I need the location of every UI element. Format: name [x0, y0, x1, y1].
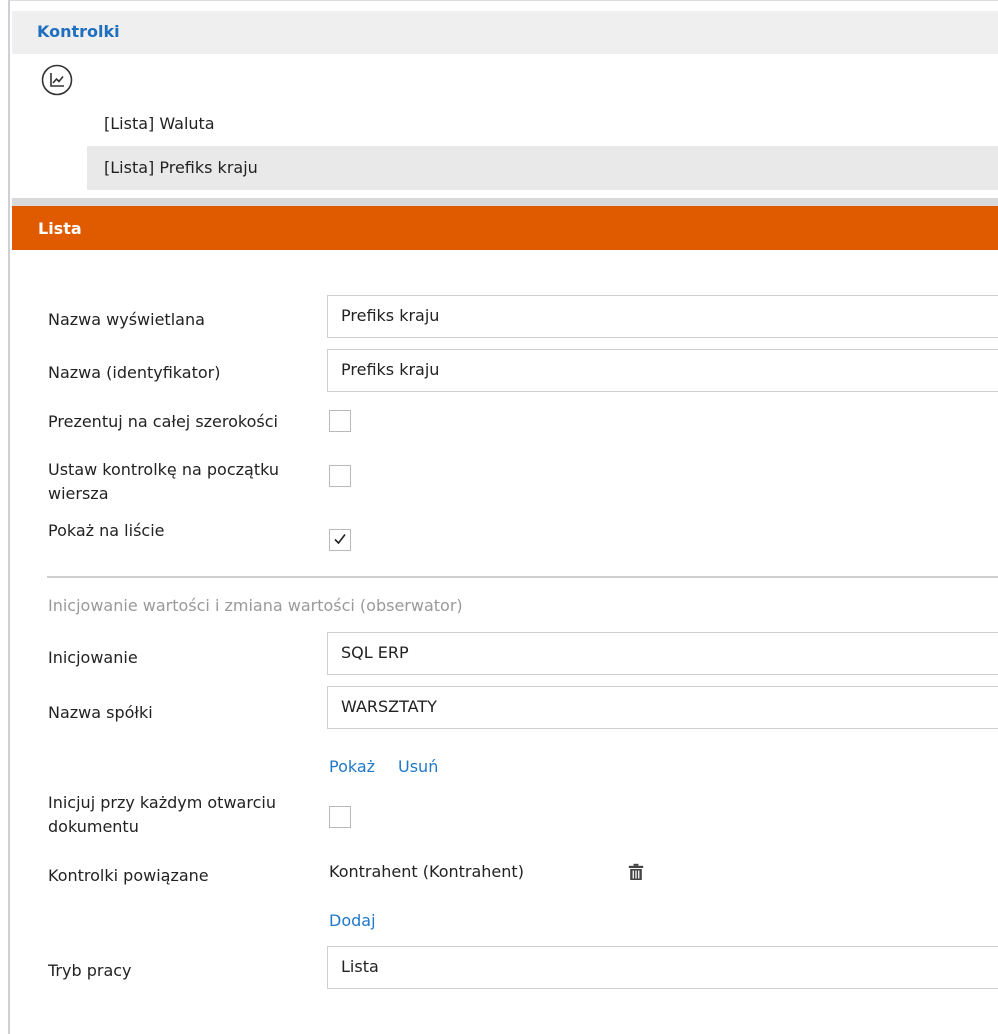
company-label: Nazwa spółki [48, 703, 153, 722]
line-chart-icon[interactable] [41, 64, 73, 96]
init-label: Inicjowanie [48, 648, 138, 667]
show-link[interactable]: Pokaż [329, 757, 375, 776]
row-start-label-line2: wiersza [48, 484, 109, 503]
identifier-input[interactable]: Prefiks kraju [327, 349, 998, 392]
company-value: WARSZTATY [341, 697, 437, 716]
mode-label: Tryb pracy [48, 961, 132, 980]
identifier-value: Prefiks kraju [341, 360, 440, 379]
show-on-list-checkbox[interactable] [329, 529, 351, 551]
row-start-label-line1: Ustaw kontrolkę na początku [48, 460, 280, 479]
left-border [0, 0, 10, 1034]
lista-header: Lista [12, 206, 998, 250]
display-name-value: Prefiks kraju [341, 306, 440, 325]
remove-link[interactable]: Usuń [398, 757, 438, 776]
init-each-open-label-line2: dokumentu [48, 817, 139, 836]
full-width-label: Prezentuj na całej szerokości [48, 412, 278, 431]
row-start-checkbox[interactable] [329, 465, 351, 487]
company-input[interactable]: WARSZTATY [327, 686, 998, 729]
related-control-value: Kontrahent (Kontrahent) [329, 862, 524, 881]
control-list-item-label: [Lista] Prefiks kraju [104, 158, 258, 177]
observer-section-caption: Inicjowanie wartości i zmiana wartości (… [48, 596, 463, 615]
checkmark-icon [334, 534, 346, 545]
full-width-checkbox[interactable] [329, 410, 351, 432]
panel-separator [12, 198, 998, 206]
add-link[interactable]: Dodaj [329, 911, 376, 930]
display-name-input[interactable]: Prefiks kraju [327, 295, 998, 338]
init-value: SQL ERP [341, 643, 409, 662]
control-list-item-prefiks-kraju[interactable]: [Lista] Prefiks kraju [87, 146, 998, 190]
top-border [0, 0, 998, 1]
show-on-list-label: Pokaż na liście [48, 521, 165, 540]
control-list-item-waluta[interactable]: [Lista] Waluta [87, 102, 998, 146]
mode-value: Lista [341, 957, 379, 976]
lista-title: Lista [38, 219, 82, 238]
init-each-open-label-line1: Inicjuj przy każdym otwarciu [48, 793, 276, 812]
mode-select[interactable]: Lista [327, 946, 998, 989]
display-name-label: Nazwa wyświetlana [48, 310, 205, 329]
trash-icon[interactable] [628, 863, 644, 881]
init-each-open-checkbox[interactable] [329, 806, 351, 828]
control-list-item-label: [Lista] Waluta [104, 114, 215, 133]
related-controls-label: Kontrolki powiązane [48, 866, 209, 885]
kontrolki-header: Kontrolki [12, 11, 998, 54]
kontrolki-title: Kontrolki [37, 22, 120, 41]
identifier-label: Nazwa (identyfikator) [48, 363, 221, 382]
section-divider [47, 576, 998, 578]
init-select[interactable]: SQL ERP [327, 632, 998, 675]
